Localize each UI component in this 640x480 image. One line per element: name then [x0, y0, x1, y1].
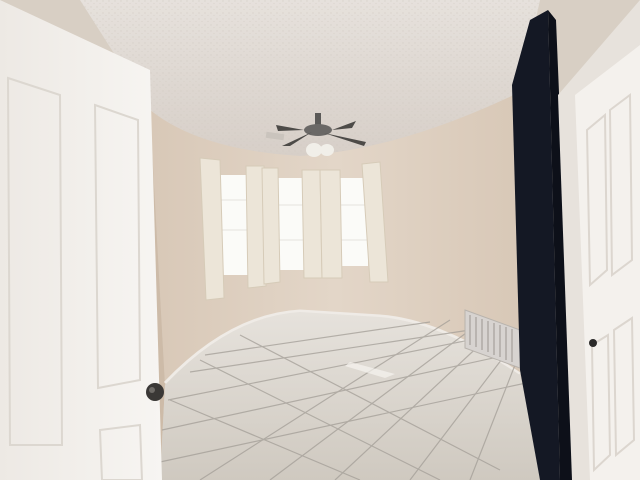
open-door: [0, 0, 162, 480]
room-photo: [0, 0, 640, 480]
door-knob: [146, 383, 164, 401]
bay-windows: [220, 175, 368, 275]
closet-door-knob: [589, 339, 597, 347]
closet-door: [558, 0, 640, 480]
